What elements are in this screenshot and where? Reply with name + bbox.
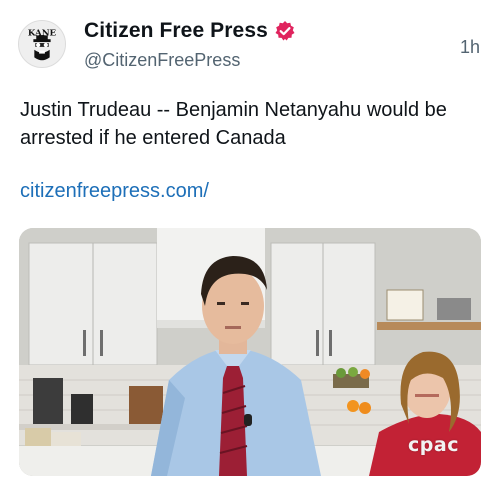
author-handle[interactable]: @CitizenFreePress (84, 50, 240, 71)
verified-badge-icon (275, 21, 295, 41)
post-text: Justin Trudeau -- Benjamin Netanyahu wou… (20, 99, 447, 149)
kane-logo-icon: KANE (19, 21, 65, 67)
cpac-watermark: cpac (408, 434, 459, 456)
author-display-name[interactable]: Citizen Free Press (84, 19, 268, 43)
media-image[interactable]: cpac (19, 228, 481, 476)
post-link[interactable]: citizenfreepress.com/ (20, 180, 209, 203)
post-timestamp[interactable]: 1h (460, 37, 480, 58)
avatar[interactable]: KANE (18, 20, 66, 68)
author-row: Citizen Free Press (84, 19, 296, 43)
